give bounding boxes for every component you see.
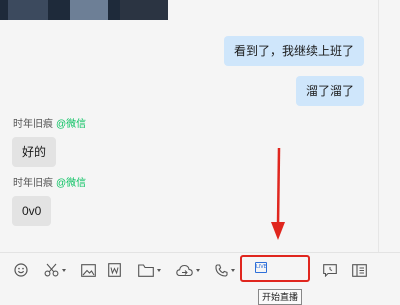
outgoing-message-bubble[interactable]: 看到了，我继续上班了 [223, 36, 364, 66]
incoming-message-bubble[interactable]: 好的 [12, 137, 57, 167]
image-message-thumbnail[interactable] [0, 0, 168, 20]
emoji-icon [14, 263, 28, 277]
word-file-icon [108, 263, 121, 277]
screenshot-button[interactable] [44, 263, 66, 277]
cloud-icon [176, 264, 193, 276]
chat-message-area: 看到了，我继续上班了 溜了溜了 时年旧痕 @微信 好的 时年旧痕 @微信 0v0 [0, 0, 378, 252]
send-image-button[interactable] [81, 263, 96, 277]
scissors-icon [44, 263, 59, 277]
phone-icon [215, 263, 228, 277]
chevron-down-icon[interactable] [62, 268, 66, 272]
chevron-down-icon[interactable] [196, 268, 200, 272]
emoji-button[interactable] [14, 263, 28, 277]
chevron-down-icon[interactable] [157, 268, 161, 272]
annotation-arrow [271, 147, 285, 240]
chat-scrollbar[interactable] [378, 0, 400, 252]
wechat-tag: @微信 [56, 119, 87, 130]
outgoing-message-bubble[interactable]: 溜了溜了 [295, 76, 364, 106]
voice-call-button[interactable] [215, 263, 235, 277]
chat-history-button[interactable] [323, 263, 337, 277]
sender-name: 时年旧痕 [13, 178, 53, 189]
cloud-transfer-button[interactable] [176, 263, 200, 277]
incoming-message-bubble[interactable]: 0v0 [12, 196, 52, 226]
photo-figure [120, 0, 168, 20]
sender-name: 时年旧痕 [13, 119, 53, 130]
photo-figure [70, 0, 108, 20]
chat-input-toolbar: LIVE 开始直播 [0, 252, 400, 305]
chevron-down-icon[interactable] [231, 268, 235, 272]
send-file-button[interactable] [138, 263, 161, 277]
folder-icon [138, 263, 154, 277]
message-history-icon [323, 263, 337, 277]
sidebar-panel-button[interactable] [352, 263, 367, 277]
panel-icon [352, 263, 367, 277]
message-sender: 时年旧痕 @微信 [13, 178, 86, 190]
photo-figure [8, 0, 48, 20]
tooltip-start-live: 开始直播 [258, 289, 303, 305]
word-document-button[interactable] [108, 263, 121, 277]
message-sender: 时年旧痕 @微信 [13, 119, 86, 131]
annotation-highlight-box [240, 255, 310, 282]
wechat-tag: @微信 [56, 178, 87, 189]
image-icon [81, 263, 96, 277]
